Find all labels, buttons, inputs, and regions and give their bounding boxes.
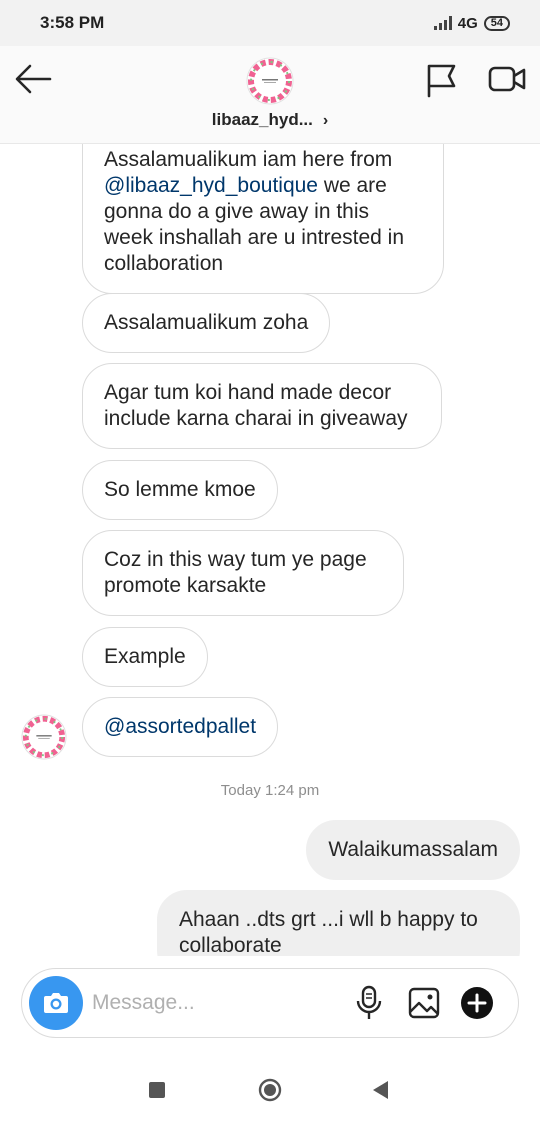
received-message[interactable]: So lemme kmoe	[82, 460, 278, 520]
message-text: Assalamualikum iam here from	[104, 148, 393, 171]
sender-avatar[interactable]	[21, 714, 67, 760]
status-bar: 3:58 PM 4G 54	[0, 0, 540, 46]
signal-icon	[433, 16, 452, 30]
header-avatar[interactable]	[246, 57, 294, 105]
image-icon	[408, 987, 440, 1019]
received-message[interactable]: @assortedpallet	[82, 697, 279, 757]
received-message[interactable]: Assalamualikum iam here from @libaaz_hyd…	[82, 144, 444, 294]
camera-button[interactable]	[29, 976, 83, 1030]
plus-circle-icon	[461, 987, 493, 1019]
chat-header: libaaz_hyd... ›	[0, 46, 540, 144]
message-text: Assalamualikum zoha	[104, 311, 309, 334]
chevron-right-icon: ›	[322, 112, 329, 129]
camera-icon	[44, 993, 68, 1013]
status-time: 3:58 PM	[40, 13, 105, 32]
message-text: Coz in this way tum ye page promote kars…	[104, 548, 367, 597]
microphone-icon	[356, 985, 382, 1019]
triangle-back-icon	[373, 1081, 388, 1099]
back-button[interactable]	[14, 62, 54, 96]
sent-message[interactable]: Ahaan ..dts grt ...i wll b happy to coll…	[157, 890, 520, 956]
received-message[interactable]: Coz in this way tum ye page promote kars…	[82, 530, 404, 616]
received-message[interactable]: Assalamualikum zoha	[82, 293, 331, 353]
voice-message-button[interactable]	[354, 985, 384, 1021]
recent-apps-button[interactable]	[149, 1082, 165, 1098]
arrow-left-icon	[15, 64, 52, 94]
home-button[interactable]	[258, 1078, 282, 1102]
report-button[interactable]	[424, 62, 458, 98]
video-call-button[interactable]	[487, 62, 527, 96]
received-message[interactable]: Agar tum koi hand made decor include kar…	[82, 363, 442, 449]
avatar	[246, 57, 294, 105]
more-options-button[interactable]	[460, 986, 494, 1020]
mention-link[interactable]: @assortedpallet	[104, 715, 256, 738]
home-circle-icon	[258, 1078, 282, 1102]
message-composer	[21, 968, 519, 1038]
video-camera-icon	[488, 66, 526, 92]
received-message[interactable]: Example	[82, 627, 208, 687]
sent-message[interactable]: Walaikumassalam	[306, 820, 520, 880]
flag-icon	[427, 64, 456, 98]
system-navigation-bar	[0, 1050, 540, 1123]
message-timestamp: Today 1:24 pm	[220, 782, 320, 799]
header-username: libaaz_hyd...	[211, 110, 313, 129]
message-text: Example	[104, 645, 186, 668]
message-thread[interactable]: Assalamualikum iam here from @libaaz_hyd…	[0, 144, 540, 956]
mention-link[interactable]: @libaaz_hyd_boutique	[104, 174, 318, 197]
message-text: Walaikumassalam	[328, 838, 498, 861]
message-text: Agar tum koi hand made decor include kar…	[104, 381, 408, 430]
avatar	[21, 714, 67, 760]
gallery-button[interactable]	[407, 986, 441, 1020]
header-username-link[interactable]: libaaz_hyd... ›	[0, 110, 540, 130]
battery-icon: 54	[483, 15, 510, 31]
status-indicators: 4G 54	[433, 14, 510, 32]
system-back-button[interactable]	[371, 1080, 389, 1100]
battery-level: 54	[490, 16, 503, 29]
message-input[interactable]	[92, 985, 342, 1021]
network-type: 4G	[457, 14, 478, 32]
message-text: Ahaan ..dts grt ...i wll b happy to coll…	[179, 908, 478, 956]
message-text: So lemme kmoe	[104, 478, 256, 501]
